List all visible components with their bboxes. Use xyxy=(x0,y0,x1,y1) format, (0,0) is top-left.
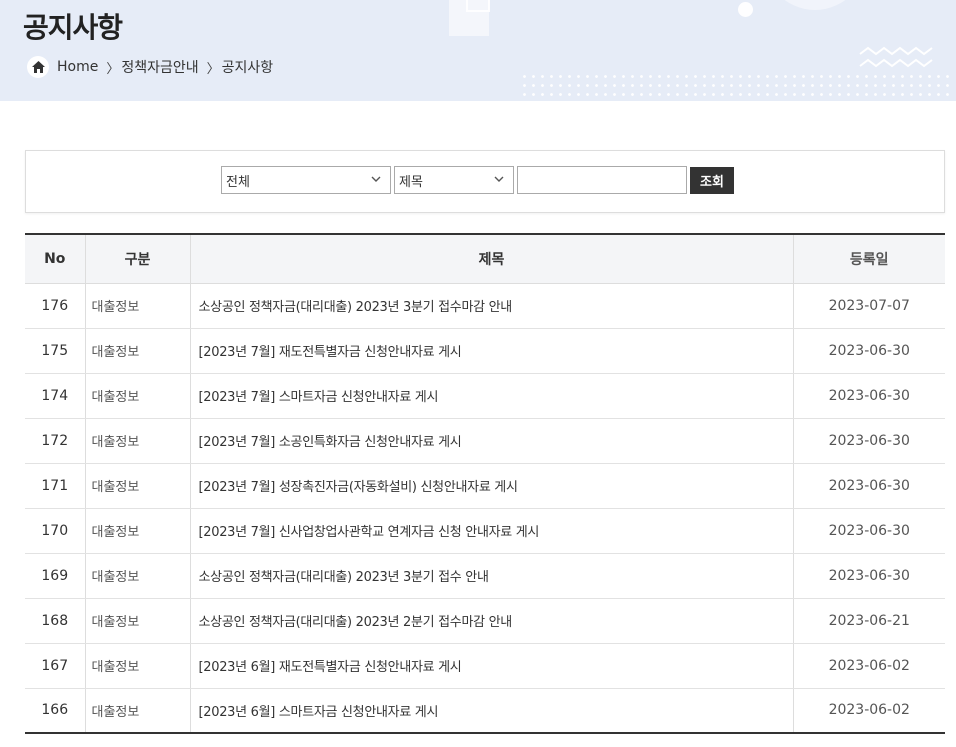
table-row[interactable]: 175 대출정보 [2023년 7월] 재도전특별자금 신청안내자료 게시 20… xyxy=(25,328,945,374)
decor-circle xyxy=(760,0,870,10)
table-row[interactable]: 176 대출정보 소상공인 정책자금(대리대출) 2023년 3분기 접수마감 … xyxy=(25,283,945,329)
breadcrumb-separator: 〉 xyxy=(106,61,120,77)
row-title-link[interactable]: [2023년 6월] 재도전특별자금 신청안내자료 게시 xyxy=(189,643,793,689)
row-title-link[interactable]: [2023년 7월] 스마트자금 신청안내자료 게시 xyxy=(189,373,793,419)
decor-dot xyxy=(738,2,753,17)
row-title-link[interactable]: [2023년 7월] 신사업창업사관학교 연계자금 신청 안내자료 게시 xyxy=(189,508,793,554)
row-date: 2023-06-02 xyxy=(792,643,945,689)
row-date: 2023-06-30 xyxy=(792,463,945,509)
row-no: 172 xyxy=(25,418,85,464)
breadcrumb-home[interactable]: Home xyxy=(57,59,98,75)
decor-dot-pattern xyxy=(520,72,950,100)
row-no: 167 xyxy=(25,643,85,689)
row-date: 2023-06-30 xyxy=(792,508,945,554)
decor-wave-icon xyxy=(859,46,933,68)
category-select-value: 전체 xyxy=(226,175,250,190)
row-title-link[interactable]: 소상공인 정책자금(대리대출) 2023년 2분기 접수마감 안내 xyxy=(189,598,793,644)
row-title-link[interactable]: 소상공인 정책자금(대리대출) 2023년 3분기 접수마감 안내 xyxy=(189,283,793,329)
row-category: 대출정보 xyxy=(84,553,190,599)
row-category: 대출정보 xyxy=(84,328,190,374)
row-title-link[interactable]: [2023년 7월] 성장촉진자금(자동화설비) 신청안내자료 게시 xyxy=(189,463,793,509)
table-row[interactable]: 170 대출정보 [2023년 7월] 신사업창업사관학교 연계자금 신청 안내… xyxy=(25,508,945,554)
row-no: 168 xyxy=(25,598,85,644)
row-category: 대출정보 xyxy=(84,688,190,733)
decor-square-outline xyxy=(466,0,490,12)
row-no: 175 xyxy=(25,328,85,374)
page-header-banner: 공지사항 Home 〉 정책자금안내 〉 공지사항 xyxy=(0,0,956,101)
table-row[interactable]: 172 대출정보 [2023년 7월] 소공인특화자금 신청안내자료 게시 20… xyxy=(25,418,945,464)
search-panel: 전체 제목 조회 xyxy=(25,150,945,213)
breadcrumb: Home 〉 정책자금안내 〉 공지사항 xyxy=(27,56,277,78)
table-header-row: No 구분 제목 등록일 xyxy=(25,234,945,284)
row-category: 대출정보 xyxy=(84,643,190,689)
row-category: 대출정보 xyxy=(84,463,190,509)
row-no: 174 xyxy=(25,373,85,419)
notice-table: No 구분 제목 등록일 176 대출정보 소상공인 정책자금(대리대출) 20… xyxy=(25,233,945,734)
home-icon[interactable] xyxy=(27,56,49,78)
chevron-down-icon xyxy=(494,176,504,182)
row-date: 2023-06-30 xyxy=(792,418,945,464)
row-category: 대출정보 xyxy=(84,373,190,419)
row-title-link[interactable]: [2023년 7월] 재도전특별자금 신청안내자료 게시 xyxy=(189,328,793,374)
chevron-down-icon xyxy=(371,176,381,182)
breadcrumb-policy-fund[interactable]: 정책자금안내 xyxy=(121,57,198,77)
row-category: 대출정보 xyxy=(84,598,190,644)
row-date: 2023-07-07 xyxy=(792,283,945,329)
row-date: 2023-06-30 xyxy=(792,373,945,419)
row-title-link[interactable]: [2023년 6월] 스마트자금 신청안내자료 게시 xyxy=(189,688,793,733)
search-button[interactable]: 조회 xyxy=(690,167,734,194)
row-category: 대출정보 xyxy=(84,283,190,329)
row-category: 대출정보 xyxy=(84,418,190,464)
row-title-link[interactable]: [2023년 7월] 소공인특화자금 신청안내자료 게시 xyxy=(189,418,793,464)
column-header-title: 제목 xyxy=(189,234,793,284)
table-row[interactable]: 174 대출정보 [2023년 7월] 스마트자금 신청안내자료 게시 2023… xyxy=(25,373,945,419)
search-field-select[interactable]: 제목 xyxy=(394,166,514,194)
table-row[interactable]: 171 대출정보 [2023년 7월] 성장촉진자금(자동화설비) 신청안내자료… xyxy=(25,463,945,509)
table-row[interactable]: 167 대출정보 [2023년 6월] 재도전특별자금 신청안내자료 게시 20… xyxy=(25,643,945,689)
row-date: 2023-06-30 xyxy=(792,328,945,374)
column-header-category: 구분 xyxy=(84,234,190,284)
breadcrumb-current[interactable]: 공지사항 xyxy=(222,57,274,77)
row-date: 2023-06-02 xyxy=(792,688,945,733)
row-no: 170 xyxy=(25,508,85,554)
table-row[interactable]: 166 대출정보 [2023년 6월] 스마트자금 신청안내자료 게시 2023… xyxy=(25,688,945,733)
page-title: 공지사항 xyxy=(23,11,123,44)
column-header-no: No xyxy=(25,234,85,284)
row-category: 대출정보 xyxy=(84,508,190,554)
row-date: 2023-06-30 xyxy=(792,553,945,599)
column-header-date: 등록일 xyxy=(792,234,945,284)
row-no: 166 xyxy=(41,702,69,719)
table-row[interactable]: 169 대출정보 소상공인 정책자금(대리대출) 2023년 3분기 접수 안내… xyxy=(25,553,945,599)
breadcrumb-separator: 〉 xyxy=(206,61,220,77)
row-no: 169 xyxy=(25,553,85,599)
table-row[interactable]: 168 대출정보 소상공인 정책자금(대리대출) 2023년 2분기 접수마감 … xyxy=(25,598,945,644)
search-input[interactable] xyxy=(517,166,687,194)
search-field-select-value: 제목 xyxy=(399,175,423,190)
category-select[interactable]: 전체 xyxy=(221,166,391,194)
row-date: 2023-06-21 xyxy=(792,598,945,644)
row-no: 176 xyxy=(25,283,85,329)
row-title-link[interactable]: 소상공인 정책자금(대리대출) 2023년 3분기 접수 안내 xyxy=(189,553,793,599)
row-no: 171 xyxy=(25,463,85,509)
